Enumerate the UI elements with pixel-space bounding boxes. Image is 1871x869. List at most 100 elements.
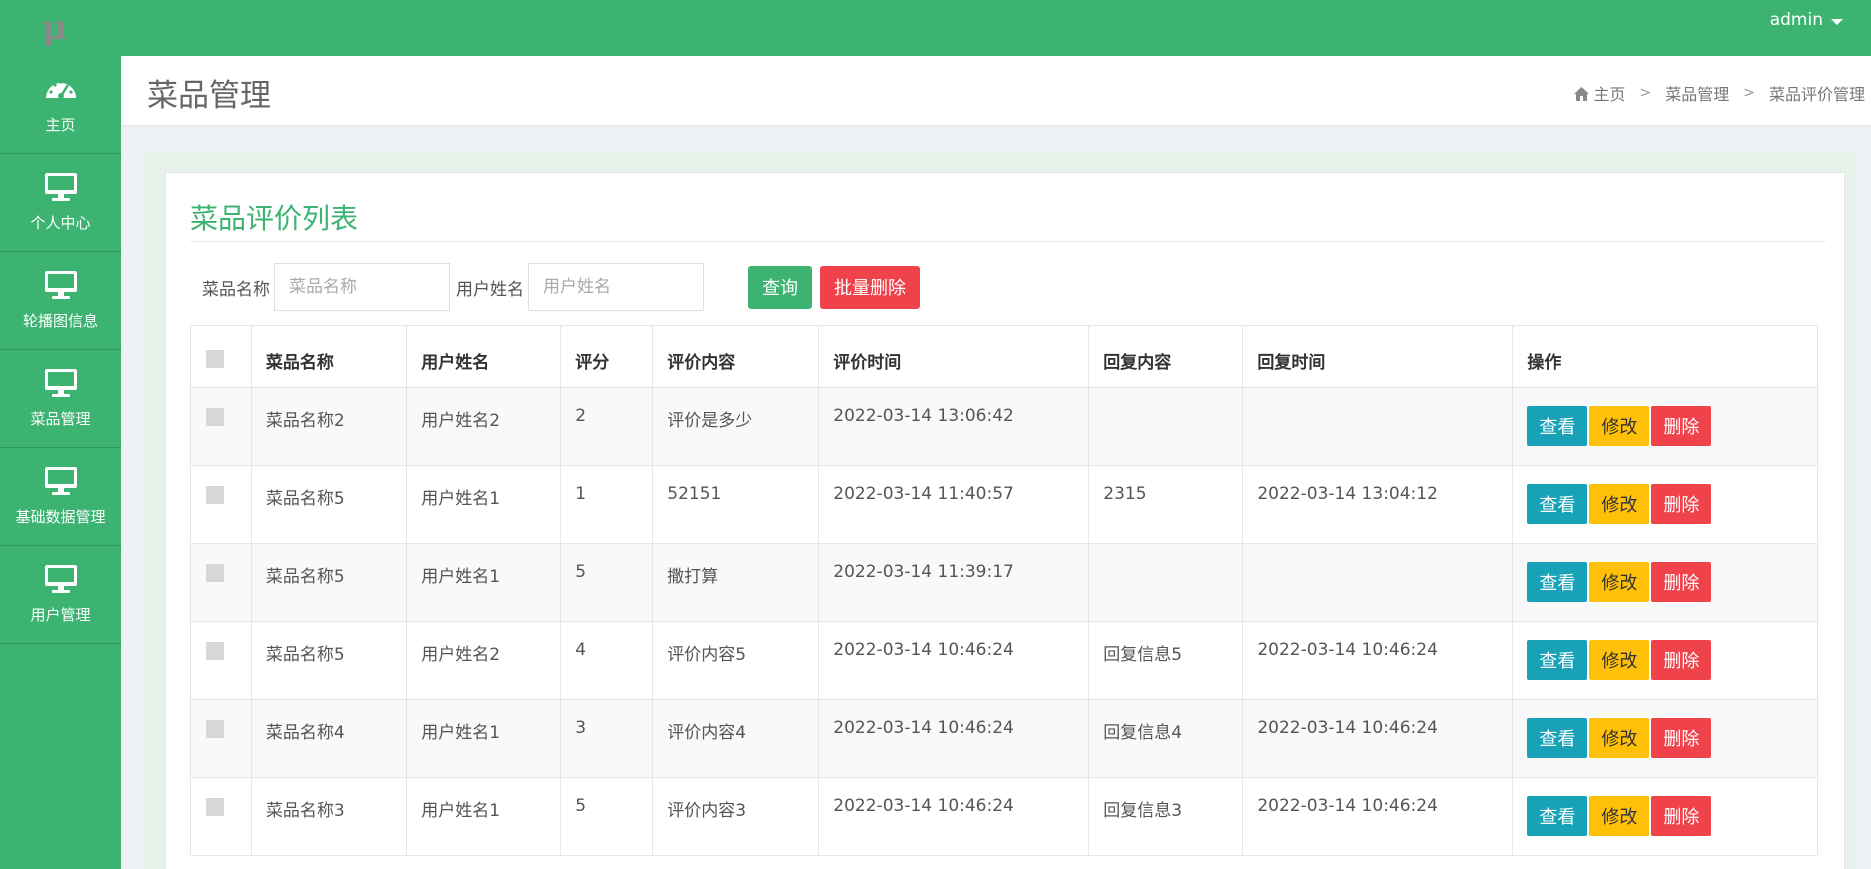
time-cell: 2022-03-14 11:39:17	[818, 543, 1090, 622]
dish-name-cell: 菜品名称3	[250, 777, 408, 856]
edit-button[interactable]: 修改	[1589, 718, 1650, 758]
actions-cell: 查看 修改 删除	[1512, 465, 1818, 544]
top-bar: μ admin	[0, 0, 1871, 56]
row-checkbox[interactable]	[206, 408, 224, 426]
view-button[interactable]: 查看	[1527, 718, 1588, 758]
view-button[interactable]: 查看	[1527, 562, 1588, 602]
view-button[interactable]: 查看	[1527, 484, 1588, 524]
sidebar-item-home[interactable]: 主页	[0, 56, 121, 154]
sidebar-item-carousel[interactable]: 轮播图信息	[0, 252, 121, 350]
monitor-icon	[44, 565, 77, 593]
actions-cell: 查看 修改 删除	[1512, 621, 1818, 700]
sidebar-item-user-management[interactable]: 用户管理	[0, 546, 121, 644]
row-checkbox[interactable]	[206, 798, 224, 816]
user-name-cell: 用户姓名2	[406, 387, 562, 466]
edit-button[interactable]: 修改	[1589, 640, 1650, 680]
user-name-cell: 用户姓名1	[406, 543, 562, 622]
user-menu[interactable]: admin	[1770, 10, 1843, 30]
dish-name-input[interactable]	[274, 263, 450, 311]
score-cell: 3	[560, 699, 654, 778]
view-button[interactable]: 查看	[1527, 796, 1588, 836]
user-name-cell: 用户姓名1	[406, 699, 562, 778]
monitor-icon	[44, 271, 77, 299]
actions-cell: 查看 修改 删除	[1512, 699, 1818, 778]
row-checkbox[interactable]	[206, 720, 224, 738]
row-checkbox[interactable]	[206, 486, 224, 504]
content-cell: 评价是多少	[652, 387, 820, 466]
filter-bar: 菜品名称 用户姓名 查询 批量删除	[202, 263, 920, 311]
table-row: 菜品名称4 用户姓名1 3 评价内容4 2022-03-14 10:46:24 …	[190, 699, 1818, 778]
breadcrumb-home[interactable]: 主页	[1574, 81, 1626, 105]
sidebar-item-basic-data[interactable]: 基础数据管理	[0, 448, 121, 546]
content-cell: 评价内容5	[652, 621, 820, 700]
delete-button[interactable]: 删除	[1651, 406, 1712, 446]
edit-button[interactable]: 修改	[1589, 406, 1650, 446]
user-name-cell: 用户姓名1	[406, 465, 562, 544]
reply-cell: 2315	[1088, 465, 1244, 544]
column-header: 评分	[560, 325, 654, 388]
breadcrumb-dish-management[interactable]: 菜品管理	[1665, 81, 1729, 105]
reply-time-cell	[1242, 543, 1514, 622]
table-row: 菜品名称2 用户姓名2 2 评价是多少 2022-03-14 13:06:42 …	[190, 387, 1818, 466]
dish-name-cell: 菜品名称5	[250, 621, 408, 700]
sidebar-item-dish-management[interactable]: 菜品管理	[0, 350, 121, 448]
reply-cell: 回复信息5	[1088, 621, 1244, 700]
select-all-checkbox[interactable]	[206, 350, 224, 368]
dish-name-cell: 菜品名称5	[250, 465, 408, 544]
monitor-icon	[44, 467, 77, 495]
actions-cell: 查看 修改 删除	[1512, 543, 1818, 622]
reply-time-cell: 2022-03-14 10:46:24	[1242, 777, 1514, 856]
actions-cell: 查看 修改 删除	[1512, 387, 1818, 466]
view-button[interactable]: 查看	[1527, 406, 1588, 446]
delete-button[interactable]: 删除	[1651, 640, 1712, 680]
app-logo[interactable]: μ	[42, 8, 70, 48]
score-cell: 5	[560, 777, 654, 856]
select-all-cell	[190, 325, 252, 388]
delete-button[interactable]: 删除	[1651, 796, 1712, 836]
time-cell: 2022-03-14 10:46:24	[818, 777, 1090, 856]
table-row: 菜品名称5 用户姓名1 5 撒打算 2022-03-14 11:39:17 查看…	[190, 543, 1818, 622]
edit-button[interactable]: 修改	[1589, 796, 1650, 836]
delete-button[interactable]: 删除	[1651, 718, 1712, 758]
review-table: 菜品名称 用户姓名 评分 评价内容 评价时间 回复内容 回复时间 操作 菜品名称…	[190, 325, 1818, 856]
user-name-input[interactable]	[528, 263, 704, 311]
time-cell: 2022-03-14 13:06:42	[818, 387, 1090, 466]
delete-button[interactable]: 删除	[1651, 484, 1712, 524]
card-title: 菜品评价列表	[190, 202, 359, 235]
breadcrumb-separator: >	[1743, 85, 1755, 101]
dish-name-cell: 菜品名称2	[250, 387, 408, 466]
page-header: 菜品管理 主页 > 菜品管理 > 菜品评价管理	[121, 56, 1871, 126]
batch-delete-button[interactable]: 批量删除	[820, 265, 920, 309]
reply-time-cell: 2022-03-14 10:46:24	[1242, 621, 1514, 700]
sidebar-item-label: 个人中心	[30, 214, 91, 232]
time-cell: 2022-03-14 10:46:24	[818, 699, 1090, 778]
delete-button[interactable]: 删除	[1651, 562, 1712, 602]
actions-cell: 查看 修改 删除	[1512, 777, 1818, 856]
score-cell: 1	[560, 465, 654, 544]
edit-button[interactable]: 修改	[1589, 484, 1650, 524]
sidebar-item-label: 主页	[45, 116, 76, 134]
reply-cell	[1088, 543, 1244, 622]
edit-button[interactable]: 修改	[1589, 562, 1650, 602]
sidebar-item-label: 轮播图信息	[22, 312, 98, 330]
review-list-card: 菜品评价列表 菜品名称 用户姓名 查询 批量删除 菜品名称	[165, 172, 1845, 869]
row-checkbox[interactable]	[206, 564, 224, 582]
score-cell: 5	[560, 543, 654, 622]
table-header-row: 菜品名称 用户姓名 评分 评价内容 评价时间 回复内容 回复时间 操作	[190, 325, 1818, 388]
breadcrumb-separator: >	[1639, 85, 1652, 101]
sidebar-item-personal-center[interactable]: 个人中心	[0, 154, 121, 252]
reply-time-cell	[1242, 387, 1514, 466]
row-select-cell	[190, 465, 252, 544]
user-name: admin	[1769, 10, 1823, 30]
sidebar-item-label: 基础数据管理	[15, 508, 106, 526]
dish-name-cell: 菜品名称5	[250, 543, 408, 622]
row-checkbox[interactable]	[206, 642, 224, 660]
query-button[interactable]: 查询	[748, 265, 812, 309]
sidebar: 主页 个人中心 轮播图信息 菜品管理 基础数据管理 用户管理	[0, 56, 121, 869]
view-button[interactable]: 查看	[1527, 640, 1588, 680]
table-row: 菜品名称5 用户姓名2 4 评价内容5 2022-03-14 10:46:24 …	[190, 621, 1818, 700]
table-row: 菜品名称3 用户姓名1 5 评价内容3 2022-03-14 10:46:24 …	[190, 777, 1818, 856]
reply-time-cell: 2022-03-14 10:46:24	[1242, 699, 1514, 778]
content-cell: 52151	[652, 465, 820, 544]
content-area: 菜品评价列表 菜品名称 用户姓名 查询 批量删除 菜品名称	[145, 152, 1857, 869]
